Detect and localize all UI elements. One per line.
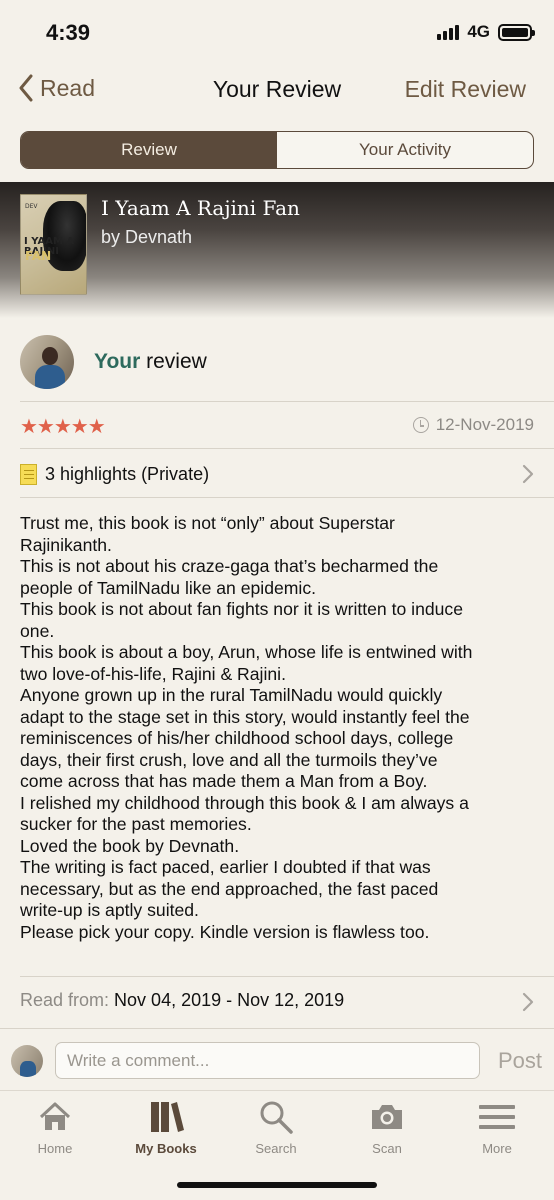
comment-bar: Write a comment... Post xyxy=(0,1028,554,1090)
review-activity-segmented-control: Review Your Activity xyxy=(20,131,534,169)
tab-review[interactable]: Review xyxy=(21,132,277,168)
tab-your-activity[interactable]: Your Activity xyxy=(277,132,533,168)
book-cover-image[interactable]: DEV I YAAM A RAJINI FAN xyxy=(20,194,87,295)
cover-text-bottom: FAN xyxy=(25,249,52,263)
back-button-label: Read xyxy=(40,74,95,101)
tab-my-books[interactable]: My Books xyxy=(116,1099,216,1156)
divider xyxy=(20,497,554,498)
cellular-signal-icon xyxy=(437,24,460,40)
highlights-label: 3 highlights (Private) xyxy=(45,463,210,484)
books-icon xyxy=(151,1102,184,1132)
book-author[interactable]: by Devnath xyxy=(101,227,192,248)
comment-input[interactable]: Write a comment... xyxy=(55,1042,480,1079)
avatar[interactable] xyxy=(20,335,74,389)
tab-scan-label: Scan xyxy=(372,1141,402,1156)
camera-icon xyxy=(372,1105,402,1129)
divider xyxy=(20,976,554,977)
review-heading: Your review xyxy=(94,350,207,374)
tab-more[interactable]: More xyxy=(447,1099,547,1156)
tab-more-label: More xyxy=(482,1141,512,1156)
rating-row: ★★★★★ 12-Nov-2019 xyxy=(20,412,534,440)
navigation-bar: Read Your Review Edit Review xyxy=(0,62,554,118)
review-owner-label: Your xyxy=(94,350,141,373)
tab-scan[interactable]: Scan xyxy=(337,1099,437,1156)
review-heading-suffix: review xyxy=(140,350,207,373)
clock-icon xyxy=(412,417,429,433)
chevron-right-icon xyxy=(522,464,534,484)
review-body: Trust me, this book is not “only” about … xyxy=(20,513,473,942)
divider xyxy=(20,448,554,449)
highlights-row[interactable]: 3 highlights (Private) xyxy=(20,458,534,490)
post-button[interactable]: Post xyxy=(498,1048,542,1074)
chevron-right-icon xyxy=(522,992,534,1012)
tab-search[interactable]: Search xyxy=(226,1099,326,1156)
star-rating: ★★★★★ xyxy=(20,414,106,438)
menu-icon xyxy=(479,1105,515,1129)
home-icon xyxy=(39,1102,71,1130)
read-from-label: Read from: xyxy=(20,990,115,1010)
review-date: 12-Nov-2019 xyxy=(412,415,534,435)
divider xyxy=(20,401,554,402)
status-indicators: 4G xyxy=(437,22,535,42)
battery-icon xyxy=(498,23,535,41)
read-dates-row[interactable]: Read from: Nov 04, 2019 - Nov 12, 2019 xyxy=(20,990,534,1016)
network-type: 4G xyxy=(467,22,490,41)
tab-home[interactable]: Home xyxy=(5,1099,105,1156)
note-icon xyxy=(20,463,37,485)
tab-home-label: Home xyxy=(37,1141,73,1156)
tab-my-books-label: My Books xyxy=(135,1141,197,1156)
read-from-dates: Nov 04, 2019 - Nov 12, 2019 xyxy=(114,990,345,1010)
status-time: 4:39 xyxy=(46,20,91,45)
cover-text-top: DEV xyxy=(25,203,38,210)
status-bar: 4:39 4G xyxy=(0,0,554,62)
avatar xyxy=(11,1045,43,1077)
book-title[interactable]: I Yaam A Rajini Fan xyxy=(101,196,300,220)
chevron-left-icon xyxy=(19,74,33,102)
reviewer-header: Your review xyxy=(20,335,207,389)
back-button[interactable]: Read xyxy=(18,74,95,102)
home-indicator xyxy=(177,1182,377,1188)
book-header: DEV I YAAM A RAJINI FAN I Yaam A Rajini … xyxy=(0,182,554,318)
edit-review-button[interactable]: Edit Review xyxy=(405,76,526,103)
review-date-text: 12-Nov-2019 xyxy=(435,415,534,434)
search-icon xyxy=(260,1101,293,1134)
page-title: Your Review xyxy=(212,76,342,102)
tab-search-label: Search xyxy=(255,1141,297,1156)
